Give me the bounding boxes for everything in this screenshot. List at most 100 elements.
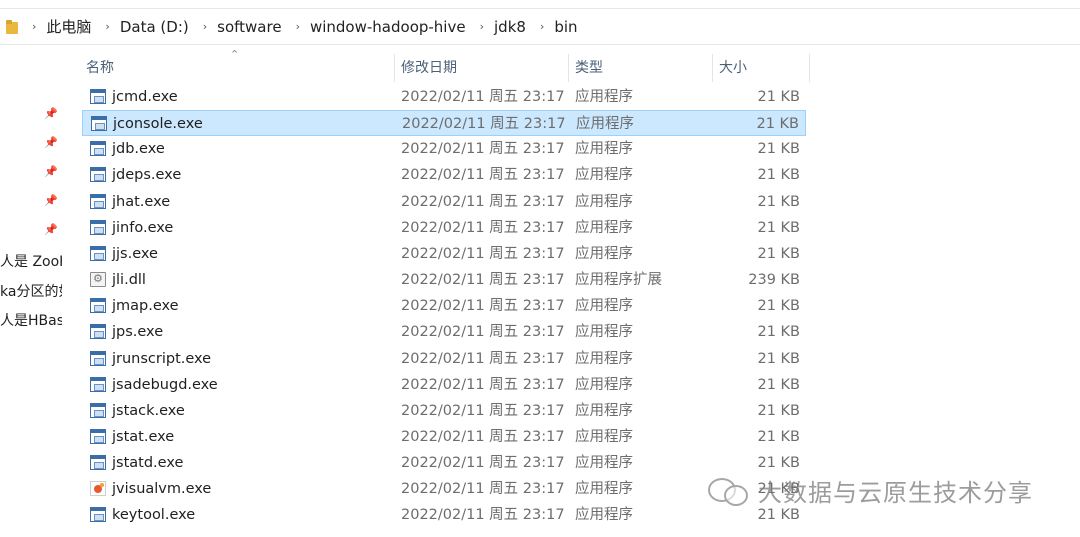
file-type: 应用程序: [575, 429, 633, 445]
address-bar[interactable]: › 此电脑 › Data (D:) › software › window-hadoop-hi…: [0, 8, 1080, 45]
column-header-name[interactable]: 名称: [80, 52, 394, 84]
chevron-right-icon[interactable]: ›: [105, 20, 109, 33]
file-name: jsadebugd.exe: [112, 377, 218, 393]
exe-icon: [90, 507, 106, 522]
column-header-type[interactable]: 类型: [569, 52, 712, 84]
file-size: 21 KB: [757, 89, 800, 105]
file-type: 应用程序: [575, 377, 633, 393]
dll-icon: [90, 272, 106, 287]
exe-icon: [90, 141, 106, 156]
file-name: jdb.exe: [112, 141, 165, 157]
chevron-right-icon[interactable]: ›: [480, 20, 484, 33]
chevron-right-icon[interactable]: ›: [540, 20, 544, 33]
file-row[interactable]: jstack.exe 2022/02/11 周五 23:17 应用程序 21 KB: [82, 398, 806, 424]
file-type: 应用程序: [575, 324, 633, 340]
file-date: 2022/02/11 周五 23:17: [401, 455, 565, 471]
chevron-right-icon[interactable]: ›: [203, 20, 207, 33]
breadcrumb-item[interactable]: bin: [554, 18, 577, 36]
file-name: jps.exe: [112, 324, 164, 340]
exe-icon: [90, 194, 106, 209]
file-row[interactable]: jrunscript.exe 2022/02/11 周五 23:17 应用程序 21 …: [82, 346, 806, 372]
file-row[interactable]: jinfo.exe 2022/02/11 周五 23:17 应用程序 21 KB: [82, 215, 806, 241]
breadcrumb-item[interactable]: window-hadoop-hive: [310, 18, 466, 36]
file-name: jstatd.exe: [112, 455, 184, 471]
file-date: 2022/02/11 周五 23:17: [401, 298, 565, 314]
pin-icon[interactable]: 📌: [44, 223, 58, 237]
file-name: jvisualvm.exe: [112, 481, 212, 497]
file-type: 应用程序: [575, 298, 633, 314]
file-type: 应用程序: [575, 89, 633, 105]
file-date: 2022/02/11 周五 23:17: [402, 116, 566, 132]
file-date: 2022/02/11 周五 23:17: [401, 272, 565, 288]
breadcrumb: › 此电脑 › Data (D:) › software › window-hadoop-hi…: [18, 16, 578, 37]
nav-item[interactable]: ka分区的如: [0, 281, 62, 301]
nav-item[interactable]: 人是 ZooK: [0, 251, 62, 271]
file-size: 21 KB: [757, 298, 800, 314]
file-row[interactable]: jps.exe 2022/02/11 周五 23:17 应用程序 21 KB: [82, 319, 806, 345]
file-row[interactable]: jconsole.exe 2022/02/11 周五 23:17 应用程序 21 KB: [82, 110, 806, 136]
wechat-logo-icon: [706, 475, 750, 506]
file-row[interactable]: jstatd.exe 2022/02/11 周五 23:17 应用程序 21 KB: [82, 450, 806, 476]
file-name: jrunscript.exe: [112, 351, 212, 367]
exe-icon: [90, 89, 106, 104]
file-date: 2022/02/11 周五 23:17: [401, 377, 565, 393]
file-name: jdeps.exe: [112, 167, 182, 183]
file-size: 21 KB: [757, 220, 800, 236]
chevron-right-icon[interactable]: ›: [296, 20, 300, 33]
column-divider[interactable]: [809, 54, 810, 82]
file-row[interactable]: jdb.exe 2022/02/11 周五 23:17 应用程序 21 KB: [82, 136, 806, 162]
file-row[interactable]: jjs.exe 2022/02/11 周五 23:17 应用程序 21 KB: [82, 241, 806, 267]
file-row[interactable]: jmap.exe 2022/02/11 周五 23:17 应用程序 21 KB: [82, 293, 806, 319]
file-size: 21 KB: [757, 167, 800, 183]
file-row[interactable]: jstat.exe 2022/02/11 周五 23:17 应用程序 21 KB: [82, 424, 806, 450]
visualvm-icon: [90, 481, 106, 496]
file-size: 21 KB: [757, 324, 800, 340]
file-size: 239 KB: [748, 272, 800, 288]
breadcrumb-item[interactable]: software: [217, 18, 281, 36]
file-row[interactable]: jli.dll 2022/02/11 周五 23:17 应用程序扩展 239 KB: [82, 267, 806, 293]
pin-icon[interactable]: 📌: [44, 107, 58, 121]
file-size: 21 KB: [757, 429, 800, 445]
file-date: 2022/02/11 周五 23:17: [401, 89, 565, 105]
pin-icon[interactable]: 📌: [44, 194, 58, 208]
file-date: 2022/02/11 周五 23:17: [401, 507, 565, 523]
file-type: 应用程序: [575, 403, 633, 419]
exe-icon: [90, 455, 106, 470]
file-row[interactable]: keytool.exe 2022/02/11 周五 23:17 应用程序 21 KB: [82, 502, 806, 528]
exe-icon: [90, 403, 106, 418]
column-header-size[interactable]: 大小: [713, 52, 809, 84]
watermark-text: 大数据与云原生技术分享: [758, 478, 1033, 507]
folder-icon: [6, 19, 18, 34]
nav-item[interactable]: 人是HBase: [0, 310, 62, 330]
file-date: 2022/02/11 周五 23:17: [401, 324, 565, 340]
file-name: jinfo.exe: [112, 220, 174, 236]
file-date: 2022/02/11 周五 23:17: [401, 403, 565, 419]
file-type: 应用程序: [575, 481, 633, 497]
exe-icon: [90, 351, 106, 366]
file-date: 2022/02/11 周五 23:17: [401, 246, 565, 262]
file-name: jstat.exe: [112, 429, 175, 445]
file-row[interactable]: jsadebugd.exe 2022/02/11 周五 23:17 应用程序 21 K…: [82, 372, 806, 398]
file-type: 应用程序: [575, 246, 633, 262]
file-name: jhat.exe: [112, 194, 171, 210]
breadcrumb-item[interactable]: jdk8: [494, 18, 526, 36]
file-size: 21 KB: [757, 194, 800, 210]
pin-icon[interactable]: 📌: [44, 165, 58, 179]
file-size: 21 KB: [757, 246, 800, 262]
column-header-date[interactable]: 修改日期: [395, 52, 568, 84]
exe-icon: [90, 246, 106, 261]
breadcrumb-item[interactable]: 此电脑: [46, 16, 91, 37]
file-name: jconsole.exe: [113, 116, 203, 132]
file-size: 21 KB: [757, 403, 800, 419]
file-row[interactable]: jcmd.exe 2022/02/11 周五 23:17 应用程序 21 KB: [82, 84, 806, 110]
file-name: jcmd.exe: [112, 89, 178, 105]
file-row[interactable]: jhat.exe 2022/02/11 周五 23:17 应用程序 21 KB: [82, 189, 806, 215]
breadcrumb-item[interactable]: Data (D:): [120, 18, 189, 36]
file-type: 应用程序: [575, 507, 633, 523]
exe-icon: [90, 220, 106, 235]
chevron-right-icon[interactable]: ›: [32, 20, 36, 33]
file-row[interactable]: jvisualvm.exe 2022/02/11 周五 23:17 应用程序 21 K…: [82, 476, 806, 502]
file-row[interactable]: jdeps.exe 2022/02/11 周五 23:17 应用程序 21 KB: [82, 162, 806, 188]
file-date: 2022/02/11 周五 23:17: [401, 141, 565, 157]
pin-icon[interactable]: 📌: [44, 136, 58, 150]
